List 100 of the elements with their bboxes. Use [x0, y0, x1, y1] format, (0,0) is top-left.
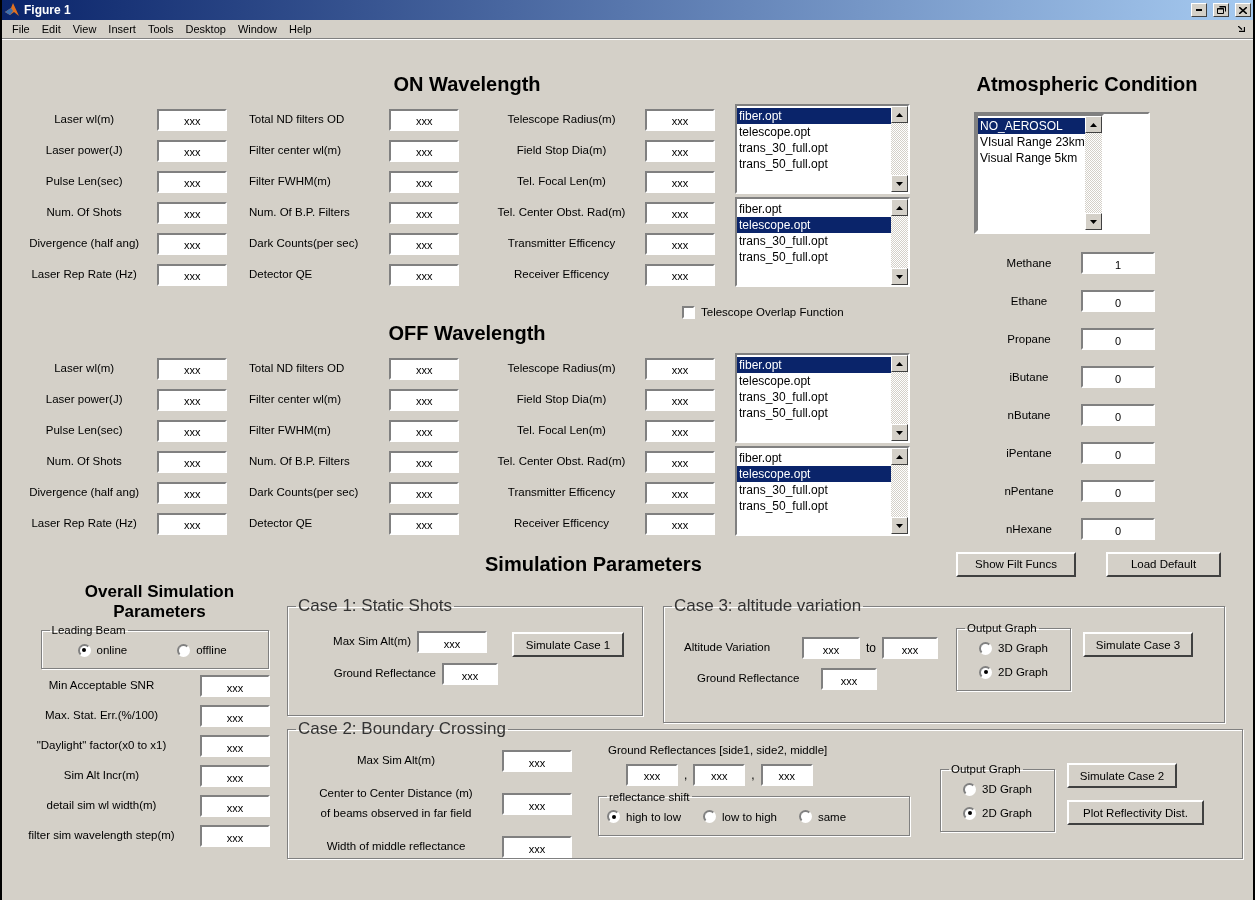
input-field[interactable]: xxx [442, 663, 498, 685]
push-button[interactable]: Simulate Case 1 [512, 632, 624, 657]
input-field[interactable]: xxx [502, 793, 572, 815]
input-field[interactable]: 0 [1081, 480, 1155, 502]
push-button[interactable]: Plot Reflectivity Dist. [1067, 800, 1204, 825]
input-field[interactable]: xxx [157, 388, 227, 411]
input-field[interactable]: 0 [1081, 518, 1155, 540]
input-field[interactable]: xxx [389, 450, 459, 473]
input-field[interactable]: 0 [1081, 366, 1155, 388]
input-field[interactable]: xxx [157, 450, 227, 473]
input-field[interactable]: xxx [882, 637, 938, 659]
push-button[interactable]: Load Default [1106, 551, 1221, 577]
input-field[interactable]: xxx [157, 139, 227, 162]
input-field[interactable]: xxx [645, 388, 715, 411]
input-field[interactable]: xxx [200, 795, 270, 817]
scroll-up-button[interactable] [891, 106, 908, 123]
input-field[interactable]: xxx [645, 170, 715, 193]
input-field[interactable]: xxx [389, 388, 459, 411]
list-item[interactable]: telescope.opt [737, 466, 891, 482]
input-field[interactable]: xxx [389, 201, 459, 224]
input-field[interactable]: xxx [157, 108, 227, 131]
radio-button[interactable]: high to low [607, 804, 681, 829]
input-field[interactable]: xxx [200, 735, 270, 757]
list-item[interactable]: fiber.opt [737, 108, 891, 124]
list-item[interactable]: fiber.opt [737, 201, 891, 217]
minimize-button[interactable] [1191, 3, 1207, 17]
menu-item[interactable]: Edit [35, 23, 67, 35]
input-field[interactable]: xxx [626, 763, 678, 786]
list-item[interactable]: trans_50_full.opt [737, 498, 891, 514]
input-field[interactable]: xxx [645, 512, 715, 535]
radio-button[interactable]: 2D Graph [963, 801, 1032, 825]
list-item[interactable]: trans_30_full.opt [737, 140, 891, 156]
input-field[interactable]: xxx [157, 419, 227, 442]
radio-button[interactable]: 2D Graph [979, 660, 1048, 684]
input-field[interactable]: 0 [1081, 442, 1155, 464]
input-field[interactable]: xxx [645, 139, 715, 162]
input-field[interactable]: xxx [389, 170, 459, 193]
scroll-down-button[interactable] [891, 424, 908, 441]
menu-item[interactable]: Help [283, 23, 318, 35]
input-field[interactable]: xxx [645, 263, 715, 286]
list-box[interactable]: NO_AEROSOL VIsual Range 23km Visual Range 5km [976, 114, 1104, 232]
list-item[interactable]: trans_30_full.opt [737, 482, 891, 498]
input-field[interactable]: xxx [389, 481, 459, 504]
input-field[interactable]: xxx [157, 357, 227, 380]
list-item[interactable]: NO_AEROSOL [978, 118, 1085, 134]
input-field[interactable]: xxx [502, 836, 572, 858]
list-item[interactable]: telescope.opt [737, 373, 891, 389]
input-field[interactable]: xxx [157, 201, 227, 224]
scroll-down-button[interactable] [891, 268, 908, 285]
close-button[interactable] [1235, 3, 1251, 17]
radio-button[interactable]: offline [177, 638, 227, 662]
radio-button[interactable]: low to high [703, 804, 777, 829]
list-box[interactable]: fiber.opt telescope.opt trans_30_full.opt trans_50_full.opt [735, 104, 910, 194]
scroll-up-button[interactable] [891, 355, 908, 372]
input-field[interactable]: xxx [645, 357, 715, 380]
input-field[interactable]: 1 [1081, 252, 1155, 274]
input-field[interactable]: xxx [645, 232, 715, 255]
input-field[interactable]: xxx [645, 450, 715, 473]
input-field[interactable]: xxx [645, 201, 715, 224]
list-item[interactable]: telescope.opt [737, 124, 891, 140]
push-button[interactable]: Simulate Case 2 [1067, 763, 1177, 788]
input-field[interactable]: xxx [502, 750, 572, 772]
input-field[interactable]: xxx [200, 675, 270, 697]
input-field[interactable]: xxx [693, 763, 746, 786]
list-item[interactable]: fiber.opt [737, 450, 891, 466]
menu-item[interactable]: View [66, 23, 103, 35]
input-field[interactable]: xxx [200, 825, 270, 847]
input-field[interactable]: xxx [389, 357, 459, 380]
input-field[interactable]: xxx [645, 419, 715, 442]
input-field[interactable]: xxx [157, 512, 227, 535]
radio-button[interactable]: 3D Graph [979, 636, 1048, 660]
input-field[interactable]: xxx [389, 263, 459, 286]
input-field[interactable]: xxx [645, 481, 715, 504]
input-field[interactable]: xxx [389, 232, 459, 255]
radio-button[interactable]: online [77, 638, 128, 662]
list-item[interactable]: fiber.opt [737, 357, 891, 373]
input-field[interactable]: xxx [389, 512, 459, 535]
input-field[interactable]: xxx [389, 419, 459, 442]
menu-item[interactable]: File [6, 23, 36, 35]
menu-item[interactable]: Window [231, 23, 284, 35]
menu-item[interactable]: Desktop [179, 23, 232, 35]
scroll-up-button[interactable] [891, 448, 908, 465]
list-item[interactable]: trans_30_full.opt [737, 389, 891, 405]
scroll-down-button[interactable] [1084, 213, 1102, 230]
input-field[interactable]: 0 [1081, 290, 1155, 312]
list-item[interactable]: trans_50_full.opt [737, 405, 891, 421]
scroll-up-button[interactable] [891, 199, 908, 216]
input-field[interactable]: xxx [157, 263, 227, 286]
checkbox[interactable]: Telescope Overlap Function [682, 304, 932, 320]
input-field[interactable]: xxx [802, 637, 860, 659]
input-field[interactable]: xxx [645, 108, 715, 131]
dock-arrow-icon[interactable] [1238, 26, 1245, 32]
list-box[interactable]: fiber.opt telescope.opt trans_30_full.opt trans_50_full.opt [735, 353, 910, 443]
input-field[interactable]: xxx [389, 139, 459, 162]
input-field[interactable]: xxx [200, 705, 270, 727]
list-item[interactable]: Visual Range 5km [978, 150, 1085, 166]
radio-button[interactable]: 3D Graph [963, 777, 1032, 801]
restore-button[interactable] [1213, 3, 1229, 17]
input-field[interactable]: 0 [1081, 328, 1155, 350]
input-field[interactable]: xxx [821, 668, 877, 690]
